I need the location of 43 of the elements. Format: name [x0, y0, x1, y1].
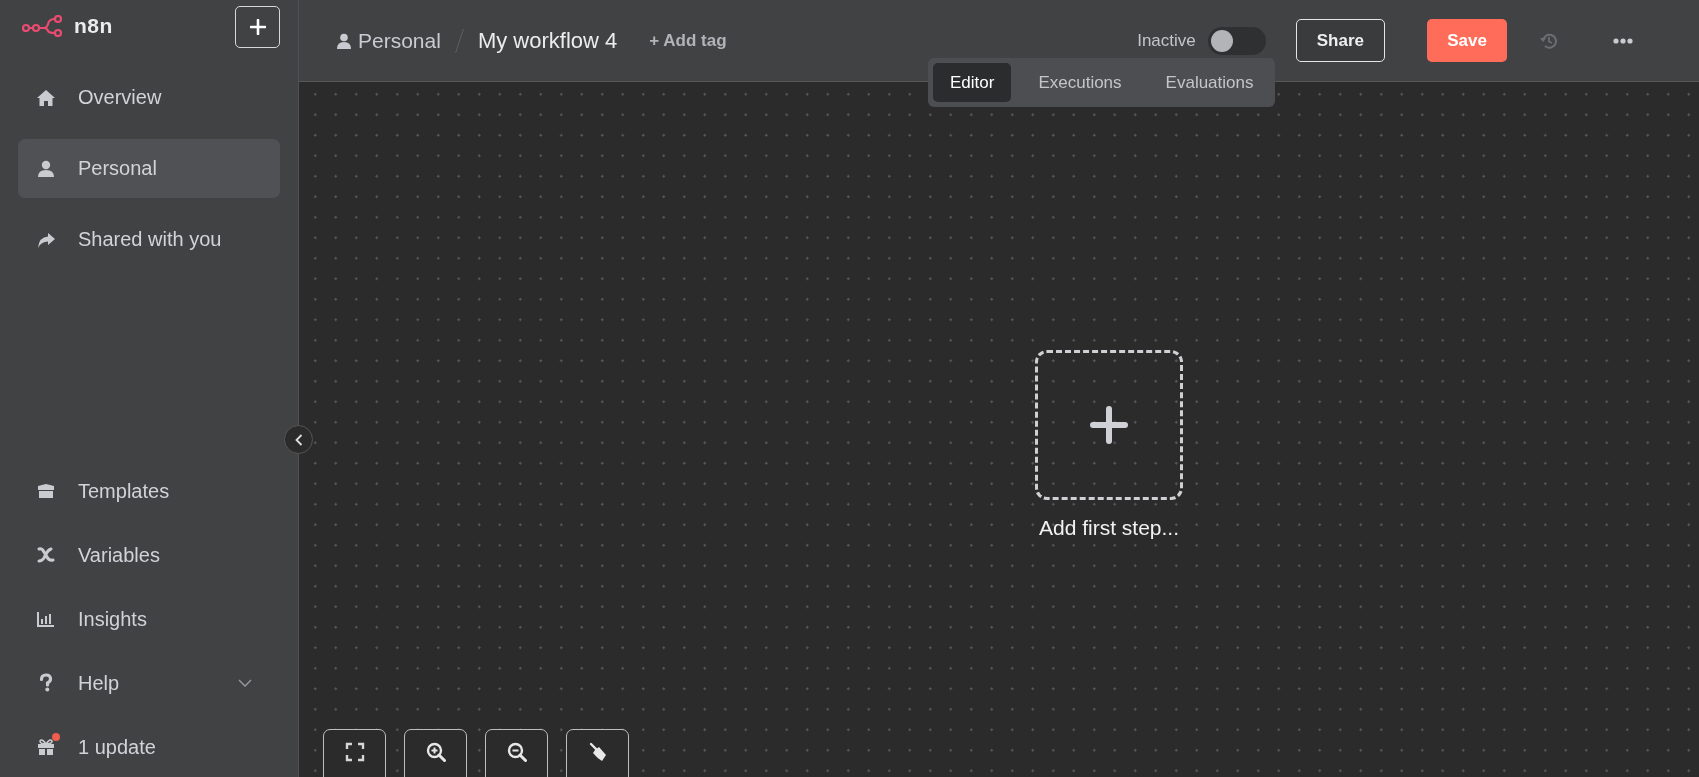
sidebar-item[interactable]: Help	[18, 661, 280, 705]
share-button[interactable]: Share	[1295, 19, 1385, 62]
add-step-label: Add first step...	[1038, 515, 1180, 540]
tab[interactable]: Editor	[933, 63, 1012, 102]
zoom-out-button[interactable]	[485, 729, 548, 777]
notification-dot	[52, 733, 60, 741]
sidebar-item[interactable]: Templates	[18, 469, 280, 513]
more-dots-icon	[1613, 37, 1633, 44]
person-icon	[337, 32, 351, 49]
fit-view-button[interactable]	[323, 729, 386, 777]
home-icon	[36, 87, 56, 108]
zoom-out-icon	[506, 742, 527, 762]
sidebar-item[interactable]: Overview	[18, 68, 280, 127]
toggle-label: Inactive	[1137, 30, 1196, 51]
chevron-left-icon	[294, 433, 303, 446]
plus-icon	[249, 19, 266, 35]
gift-icon	[36, 737, 56, 757]
sidebar-item[interactable]: Personal	[18, 139, 280, 198]
logo-text: n8n	[74, 14, 113, 38]
tidy-up-button[interactable]	[566, 729, 629, 777]
sidebar-item[interactable]: Variables	[18, 533, 280, 577]
zoom-in-icon	[425, 742, 446, 762]
logo-icon	[22, 15, 64, 37]
box-icon	[36, 481, 56, 501]
person-icon	[36, 158, 56, 179]
zoom-in-button[interactable]	[404, 729, 467, 777]
plus-icon	[1090, 405, 1128, 444]
active-toggle[interactable]	[1207, 26, 1266, 55]
sidebar-item[interactable]: Insights	[18, 597, 280, 641]
bar-chart-icon	[36, 609, 56, 629]
variable-x-icon	[36, 545, 56, 565]
add-button[interactable]	[235, 6, 280, 48]
broom-icon	[587, 742, 608, 762]
add-tag-button[interactable]: + Add tag	[649, 30, 727, 51]
sidebar-item[interactable]: Shared with you	[18, 210, 280, 269]
chevron-down-icon	[238, 679, 252, 687]
add-step-button[interactable]	[1035, 349, 1183, 500]
fullscreen-icon	[344, 742, 365, 762]
breadcrumb-link[interactable]: Personal	[337, 28, 441, 53]
sidebar-item[interactable]: 1 update	[18, 725, 280, 769]
workflow-name[interactable]: My workflow 4	[477, 27, 618, 54]
tab[interactable]: Evaluations	[1148, 63, 1271, 102]
tab[interactable]: Executions	[1021, 63, 1139, 102]
